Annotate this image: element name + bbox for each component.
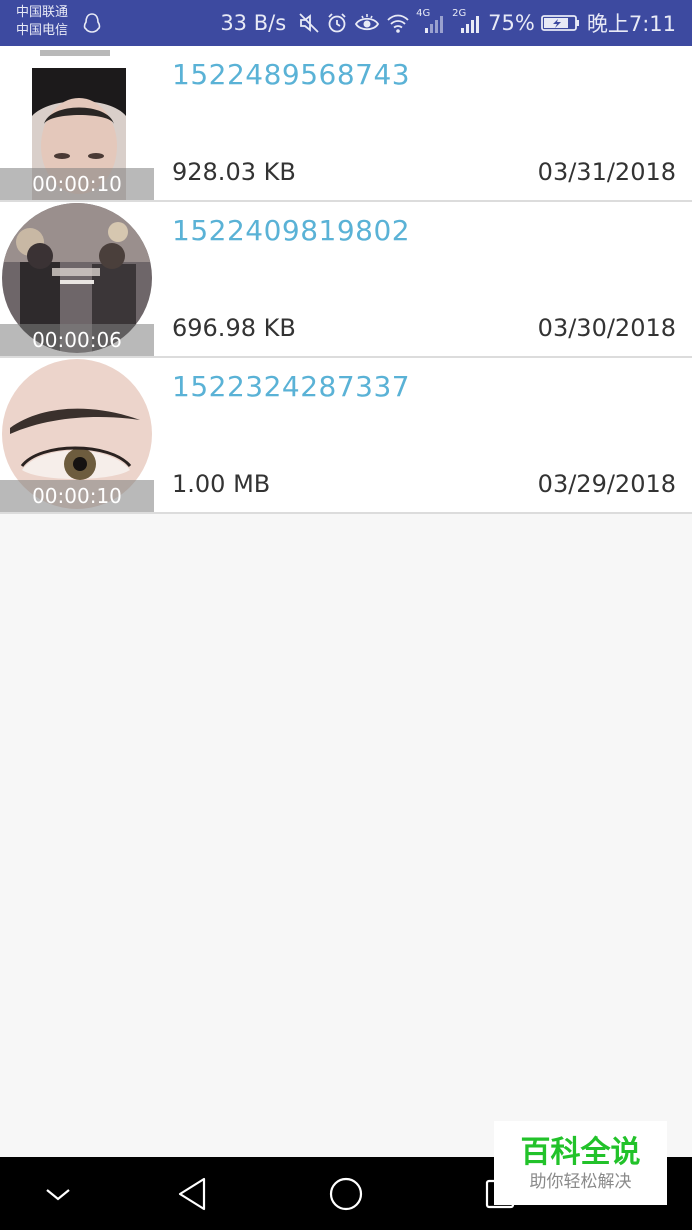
battery-percent-label: 75% bbox=[488, 11, 535, 35]
eye-comfort-icon bbox=[355, 14, 380, 31]
home-icon bbox=[329, 1177, 363, 1210]
clock-label: 晚上7:11 bbox=[586, 12, 676, 36]
hide-nav-button[interactable] bbox=[18, 1157, 98, 1230]
video-date-label: 03/31/2018 bbox=[537, 158, 676, 186]
video-title[interactable]: 1522409819802 bbox=[172, 214, 410, 247]
video-list-item[interactable]: 00:00:10 1522324287337 1.00 MB 03/29/201… bbox=[0, 358, 692, 514]
video-list-item[interactable]: 00:00:06 1522409819802 696.98 KB 03/30/2… bbox=[0, 202, 692, 358]
carrier-1-label: 中国联通 bbox=[16, 5, 69, 20]
chevron-down-icon bbox=[46, 1188, 70, 1200]
video-thumbnail: 00:00:10 bbox=[0, 358, 154, 512]
video-thumbnail: 00:00:10 bbox=[0, 46, 154, 200]
video-date-label: 03/29/2018 bbox=[537, 470, 676, 498]
video-thumbnail: 00:00:06 bbox=[0, 202, 154, 356]
qq-penguin-icon bbox=[83, 13, 101, 33]
signal-bars-2-icon bbox=[461, 16, 480, 33]
signal-bars-1-icon bbox=[425, 16, 444, 33]
battery-charging-icon bbox=[540, 15, 579, 31]
video-size-label: 1.00 MB bbox=[172, 470, 271, 498]
home-button[interactable] bbox=[306, 1157, 386, 1230]
video-duration-label: 00:00:10 bbox=[0, 168, 154, 200]
status-right-group: 33 B/s 4G 2G 75% 晚上7:11 bbox=[220, 0, 676, 46]
back-icon bbox=[178, 1177, 206, 1210]
video-date-label: 03/30/2018 bbox=[537, 314, 676, 342]
video-list: 00:00:10 1522489568743 928.03 KB 03/31/2… bbox=[0, 46, 692, 514]
video-size-label: 928.03 KB bbox=[172, 158, 296, 186]
mute-icon bbox=[299, 13, 319, 33]
net-speed-label: 33 B/s bbox=[220, 11, 287, 35]
video-title[interactable]: 1522324287337 bbox=[172, 370, 410, 403]
carrier-2-label: 中国电信 bbox=[16, 23, 69, 38]
signal-4g-group: 4G bbox=[416, 8, 446, 36]
back-button[interactable] bbox=[152, 1157, 232, 1230]
video-duration-label: 00:00:10 bbox=[0, 480, 154, 512]
video-duration-label: 00:00:06 bbox=[0, 324, 154, 356]
watermark-title: 百科全说 bbox=[520, 1135, 641, 1170]
video-title[interactable]: 1522489568743 bbox=[172, 58, 410, 91]
status-bar: 中国联通 中国电信 33 B/s 4G 2G 75% 晚上7:11 bbox=[0, 0, 692, 46]
signal-2g-group: 2G bbox=[452, 8, 482, 36]
alarm-icon bbox=[328, 13, 346, 33]
watermark-logo: 百科全说 助你轻松解决 bbox=[494, 1121, 667, 1205]
watermark-subtitle: 助你轻松解决 bbox=[529, 1172, 632, 1192]
video-size-label: 696.98 KB bbox=[172, 314, 296, 342]
video-list-item[interactable]: 00:00:10 1522489568743 928.03 KB 03/31/2… bbox=[0, 46, 692, 202]
carrier-info: 中国联通 中国电信 bbox=[16, 4, 68, 40]
wifi-icon bbox=[387, 14, 409, 33]
